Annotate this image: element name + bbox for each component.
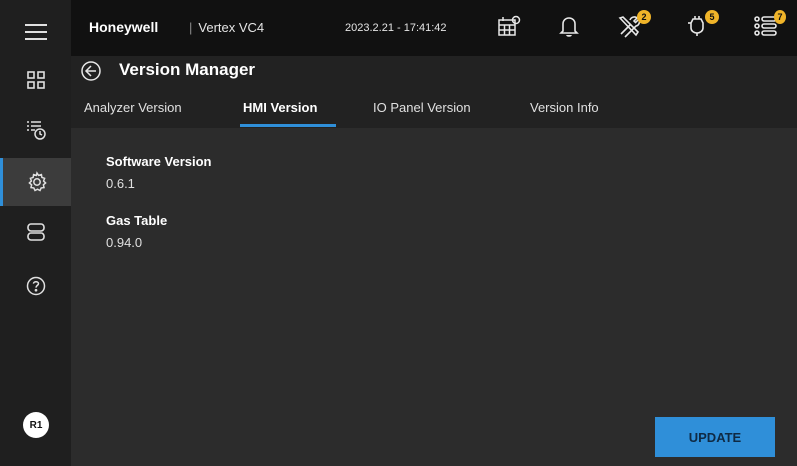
tab-version-info[interactable]: Version Info (530, 100, 599, 115)
gear-icon (26, 171, 48, 193)
hamburger-icon (24, 23, 47, 41)
user-initials: R1 (29, 419, 43, 431)
sidebar-item-schedule[interactable] (0, 106, 71, 154)
product-label: Vertex VC4 (198, 20, 265, 35)
tab-analyzer-version[interactable]: Analyzer Version (84, 100, 182, 115)
software-version-value: 0.6.1 (106, 176, 135, 191)
brand-logo: Honeywell (89, 19, 159, 35)
server-icon (26, 222, 46, 242)
gas-table-label: Gas Table (106, 213, 168, 228)
tab-io-panel-version[interactable]: IO Panel Version (373, 100, 471, 115)
help-icon (26, 276, 46, 296)
maintenance-badge: 5 (705, 10, 719, 24)
active-tab-indicator (240, 124, 336, 127)
title-separator: | (189, 20, 193, 35)
page-header: Version Manager Analyzer Version HMI Ver… (71, 56, 797, 128)
software-version-label: Software Version (106, 154, 212, 169)
sidebar: R1 (0, 0, 71, 466)
product-name: | Vertex VC4 (189, 20, 264, 35)
menu-button[interactable] (0, 8, 71, 56)
alarms-list-button[interactable]: 7 (753, 10, 786, 42)
grid-icon (26, 71, 45, 89)
main-content: Version Manager Analyzer Version HMI Ver… (71, 56, 797, 466)
notifications-button[interactable] (557, 14, 585, 42)
page-title: Version Manager (119, 60, 256, 79)
bell-icon (557, 14, 585, 38)
tools-badge: 2 (637, 10, 651, 24)
update-button[interactable]: UPDATE (655, 417, 775, 457)
tools-button[interactable]: 2 (617, 10, 651, 42)
datetime: 2023.2.21 - 17:41:42 (345, 22, 447, 34)
sidebar-item-settings[interactable] (0, 158, 71, 206)
sidebar-item-devices[interactable] (0, 208, 71, 256)
back-button[interactable] (80, 60, 104, 84)
sidebar-item-help[interactable] (0, 262, 71, 310)
sidebar-item-dashboard[interactable] (0, 56, 71, 104)
calendar-icon (497, 14, 525, 38)
topbar: Honeywell | Vertex VC4 2023.2.21 - 17:41:… (71, 0, 797, 56)
calendar-button[interactable] (497, 14, 525, 42)
alarms-badge: 7 (774, 10, 786, 24)
avatar[interactable]: R1 (23, 412, 49, 438)
list-clock-icon (25, 119, 47, 141)
back-arrow-icon (80, 60, 104, 82)
gas-table-value: 0.94.0 (106, 235, 143, 250)
maintenance-button[interactable]: 5 (685, 10, 719, 42)
tab-hmi-version[interactable]: HMI Version (243, 100, 317, 115)
